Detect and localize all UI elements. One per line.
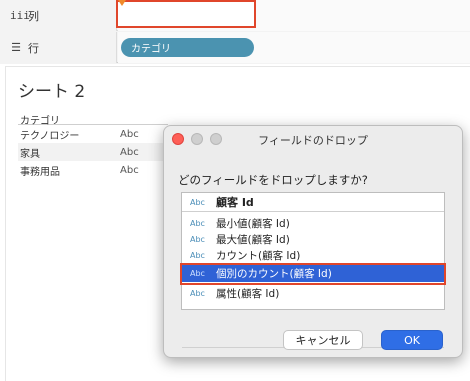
- list-item-label: カウント(顧客 Id): [216, 249, 301, 262]
- row-label: 事務用品: [20, 166, 60, 178]
- list-item-label: 最小値(顧客 Id): [216, 217, 290, 230]
- columns-drop-target-highlight[interactable]: [116, 0, 256, 28]
- table-row[interactable]: 事務用品 Abc: [18, 161, 168, 179]
- table-row[interactable]: 家具 Abc: [18, 143, 168, 161]
- ok-button[interactable]: OK: [381, 330, 443, 350]
- string-type-icon: Abc: [190, 234, 205, 244]
- columns-icon: iii: [10, 9, 30, 22]
- table-header[interactable]: カテゴリ: [18, 112, 168, 127]
- rows-pill-category[interactable]: カテゴリ: [121, 38, 254, 57]
- list-item[interactable]: Abc カウント(顧客 Id): [182, 247, 444, 263]
- table-row[interactable]: テクノロジー Abc: [18, 125, 168, 143]
- list-item[interactable]: Abc 属性(顧客 Id): [182, 285, 444, 301]
- list-item[interactable]: Abc 最大値(顧客 Id): [182, 231, 444, 247]
- list-item-label: 属性(顧客 Id): [216, 287, 280, 300]
- rows-label: 行: [28, 41, 39, 55]
- list-item[interactable]: Abc 顧客 Id: [182, 193, 444, 212]
- rows-icon: ☰: [11, 41, 21, 54]
- string-type-icon: Abc: [190, 288, 205, 298]
- list-item-label: 最大値(顧客 Id): [216, 233, 290, 246]
- string-type-icon: Abc: [190, 197, 205, 207]
- cancel-button[interactable]: キャンセル: [283, 330, 363, 350]
- row-label: テクノロジー: [20, 130, 80, 142]
- row-value: Abc: [120, 146, 139, 158]
- string-type-icon: Abc: [190, 250, 205, 260]
- list-item[interactable]: Abc 最小値(顧客 Id): [182, 215, 444, 231]
- drop-field-dialog: フィールドのドロップ どのフィールドをドロップしますか? Abc 顧客 Id A…: [163, 125, 463, 358]
- drop-indicator-icon: [118, 0, 126, 6]
- row-label: 家具: [20, 148, 40, 160]
- list-item-label: 顧客 Id: [216, 196, 254, 209]
- dialog-prompt: どのフィールドをドロップしますか?: [178, 173, 368, 187]
- field-options-list[interactable]: Abc 顧客 Id Abc 最小値(顧客 Id) Abc 最大値(顧客 Id) …: [181, 192, 445, 348]
- columns-shelf: iii 列: [0, 0, 470, 31]
- rows-shelf-label: ☰ 行: [0, 32, 117, 63]
- sheet-title: シート 2: [18, 82, 86, 102]
- dialog-titlebar[interactable]: フィールドのドロップ: [164, 126, 462, 150]
- selection-highlight-outline: [180, 263, 446, 285]
- string-type-icon: Abc: [190, 218, 205, 228]
- sheet-table: カテゴリ テクノロジー Abc 家具 Abc 事務用品 Abc: [18, 112, 168, 179]
- columns-shelf-label: iii 列: [0, 0, 117, 31]
- row-value: Abc: [120, 164, 139, 176]
- columns-label: 列: [28, 9, 39, 23]
- row-value: Abc: [120, 128, 139, 140]
- dialog-title: フィールドのドロップ: [258, 134, 368, 147]
- shelf-area: iii 列 ☰ 行 カテゴリ: [0, 0, 470, 64]
